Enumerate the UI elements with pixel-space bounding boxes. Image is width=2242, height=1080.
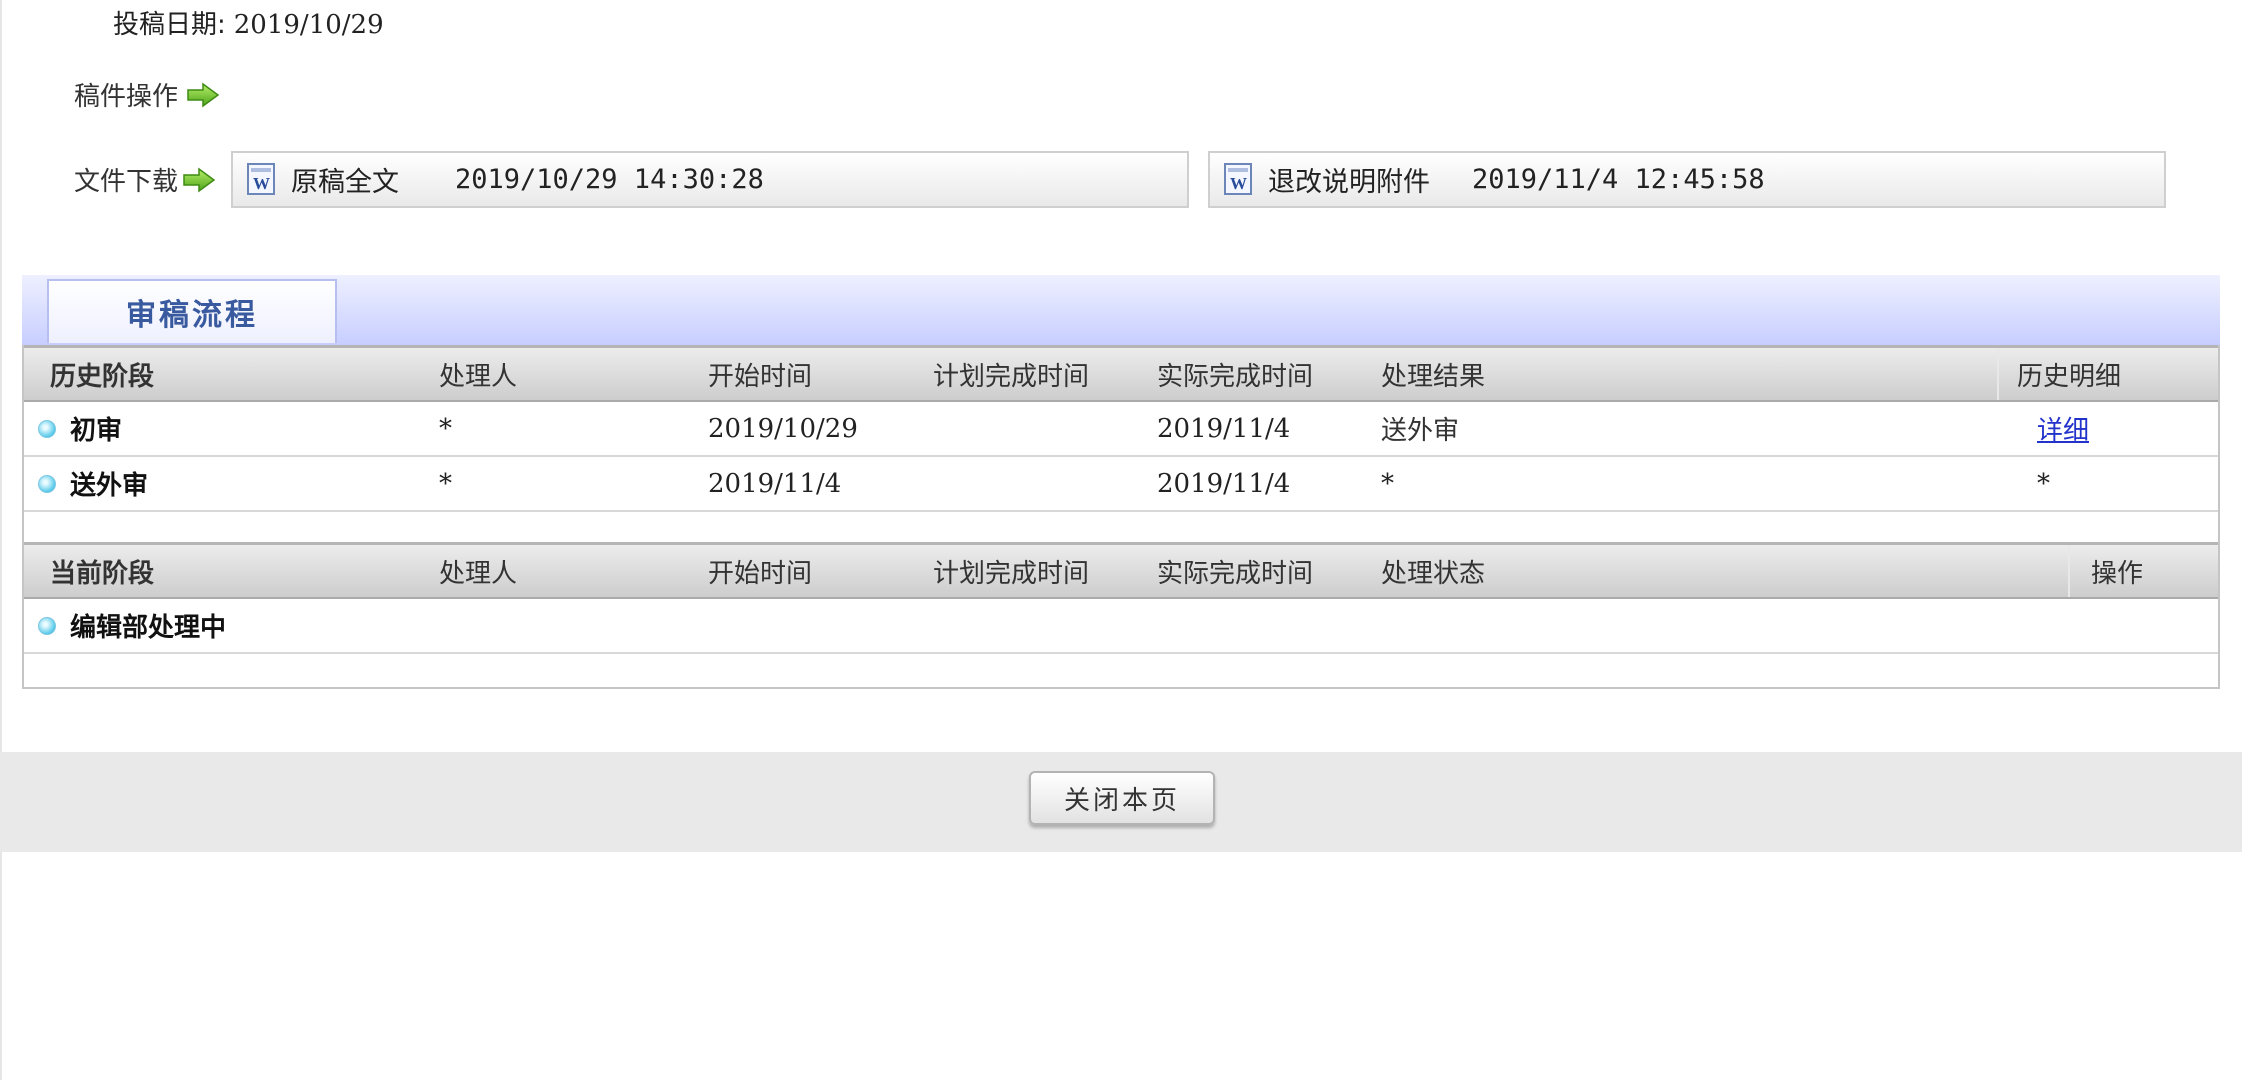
table-row: 初审 * 2019/10/29 2019/11/4 送外审 详细 — [24, 402, 2218, 457]
col-planned-finish: 计划完成时间 — [933, 558, 1090, 589]
col-status: 处理状态 — [1381, 558, 1486, 589]
col-handler: 处理人 — [439, 361, 518, 392]
handler-cell: * — [439, 413, 452, 444]
column-divider — [2068, 545, 2070, 597]
stage-name: 送外审 — [70, 471, 149, 501]
current-table-header: 当前阶段 处理人 开始时间 计划完成时间 实际完成时间 处理状态 操作 — [24, 542, 2218, 599]
col-operation: 操作 — [2091, 558, 2144, 589]
file-name: 原稿全文 — [291, 167, 399, 198]
start-cell: 2019/10/29 — [708, 413, 858, 444]
file-revision-notes[interactable]: W 退改说明附件 2019/11/4 12:45:58 — [1208, 151, 2166, 208]
start-cell: 2019/11/4 — [708, 468, 842, 499]
col-actual-finish: 实际完成时间 — [1157, 361, 1314, 392]
page-left-border — [0, 0, 2, 1080]
table-row-empty — [24, 654, 2218, 687]
detail-link[interactable]: 详细 — [2037, 402, 2089, 455]
table-row-empty — [24, 512, 2218, 545]
history-table-header: 历史阶段 处理人 开始时间 计划完成时间 实际完成时间 处理结果 历史明细 — [24, 345, 2218, 402]
bullet-icon — [38, 419, 56, 438]
handler-cell: * — [439, 468, 452, 499]
file-original-manuscript[interactable]: W 原稿全文 2019/10/29 14:30:28 — [231, 151, 1189, 208]
col-history-detail: 历史明细 — [2017, 361, 2122, 392]
file-time: 2019/10/29 14:30:28 — [455, 164, 764, 195]
col-start-time: 开始时间 — [708, 558, 813, 589]
detail-cell: * — [2037, 468, 2050, 499]
process-tab-bar — [22, 275, 2220, 345]
result-cell: 送外审 — [1381, 416, 1460, 446]
col-actual-finish: 实际完成时间 — [1157, 558, 1314, 589]
submission-date-value: 2019/10/29 — [233, 10, 384, 40]
svg-text:W: W — [1230, 174, 1247, 193]
result-cell: * — [1381, 468, 1394, 499]
stage-cell: 编辑部处理中 — [38, 599, 226, 652]
col-result: 处理结果 — [1381, 361, 1486, 392]
bullet-icon — [38, 616, 56, 635]
submission-date-label: 投稿日期: — [113, 10, 226, 40]
table-row: 编辑部处理中 — [24, 599, 2218, 654]
green-arrow-icon — [183, 167, 216, 192]
stage-name: 编辑部处理中 — [70, 613, 227, 643]
stage-name: 初审 — [70, 416, 123, 446]
svg-text:W: W — [253, 174, 270, 193]
col-planned-finish: 计划完成时间 — [933, 361, 1090, 392]
col-current-stage: 当前阶段 — [50, 558, 155, 589]
submission-date: 投稿日期: 2019/10/29 — [113, 4, 384, 41]
manuscript-operations-row: 稿件操作 — [74, 76, 220, 113]
col-start-time: 开始时间 — [708, 361, 813, 392]
column-divider — [1997, 348, 1999, 400]
file-download-label: 文件下载 — [74, 167, 179, 197]
close-page-button[interactable]: 关闭本页 — [1029, 771, 1215, 825]
tab-review-process[interactable]: 审稿流程 — [47, 279, 337, 343]
stage-cell: 初审 — [38, 402, 122, 455]
actual-cell: 2019/11/4 — [1157, 413, 1291, 444]
table-row: 送外审 * 2019/11/4 2019/11/4 * * — [24, 457, 2218, 512]
current-stage-table: 当前阶段 处理人 开始时间 计划完成时间 实际完成时间 处理状态 操作 编辑部处… — [22, 542, 2220, 689]
history-stages-table: 历史阶段 处理人 开始时间 计划完成时间 实际完成时间 处理结果 历史明细 初审… — [22, 345, 2220, 547]
manuscript-operations-label: 稿件操作 — [74, 82, 179, 112]
file-name: 退改说明附件 — [1268, 167, 1430, 198]
bullet-icon — [38, 474, 56, 493]
word-document-icon: W — [1224, 162, 1252, 195]
col-handler: 处理人 — [439, 558, 518, 589]
file-time: 2019/11/4 12:45:58 — [1472, 164, 1765, 195]
word-document-icon: W — [247, 162, 275, 195]
col-history-stage: 历史阶段 — [50, 361, 155, 392]
actual-cell: 2019/11/4 — [1157, 468, 1291, 499]
green-arrow-icon[interactable] — [186, 82, 220, 108]
file-download-row: 文件下载 — [74, 161, 216, 198]
stage-cell: 送外审 — [38, 457, 148, 510]
